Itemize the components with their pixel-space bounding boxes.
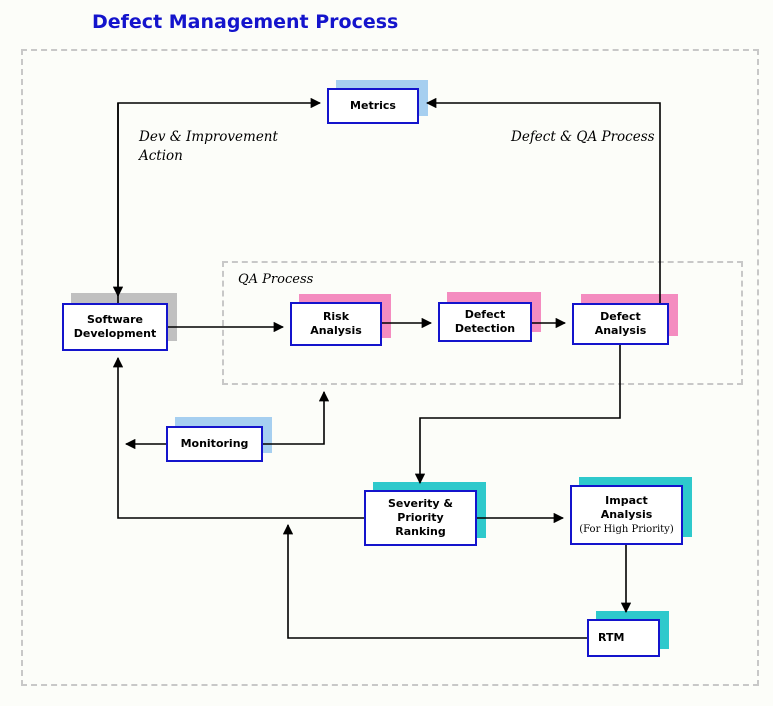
- node-software-development[interactable]: Software Development: [62, 303, 168, 351]
- node-monitoring-label: Monitoring: [180, 437, 249, 450]
- node-severity-priority-ranking-label: Severity & Priority Ranking: [387, 497, 454, 538]
- node-monitoring[interactable]: Monitoring: [166, 426, 263, 462]
- node-defect-detection-label: Defect Detection: [454, 308, 516, 335]
- node-rtm[interactable]: RTM: [587, 619, 660, 657]
- node-severity-priority-ranking[interactable]: Severity & Priority Ranking: [364, 490, 477, 546]
- node-software-development-label: Software Development: [73, 313, 157, 340]
- node-risk-analysis-label: Risk Analysis: [310, 310, 362, 337]
- qa-process-label: QA Process: [238, 272, 314, 287]
- node-risk-analysis[interactable]: Risk Analysis: [290, 302, 382, 346]
- edge-label-dev-improvement: Dev & Improvement Action: [139, 129, 278, 164]
- node-metrics[interactable]: Metrics: [327, 88, 419, 124]
- node-defect-analysis[interactable]: Defect Analysis: [572, 303, 669, 345]
- node-defect-analysis-label: Defect Analysis: [594, 310, 647, 337]
- diagram-canvas: Defect Management Process QA Process Dev…: [0, 0, 773, 706]
- node-impact-analysis-label: Impact Analysis: [600, 494, 653, 521]
- node-impact-analysis[interactable]: Impact Analysis (For High Priority): [570, 485, 683, 545]
- node-metrics-label: Metrics: [350, 99, 396, 112]
- node-defect-detection[interactable]: Defect Detection: [438, 302, 532, 342]
- page-title: Defect Management Process: [92, 11, 399, 33]
- edge-label-defect-qa: Defect & QA Process: [511, 129, 655, 145]
- node-impact-analysis-sublabel: (For High Priority): [579, 524, 674, 535]
- node-rtm-label: RTM: [598, 631, 625, 644]
